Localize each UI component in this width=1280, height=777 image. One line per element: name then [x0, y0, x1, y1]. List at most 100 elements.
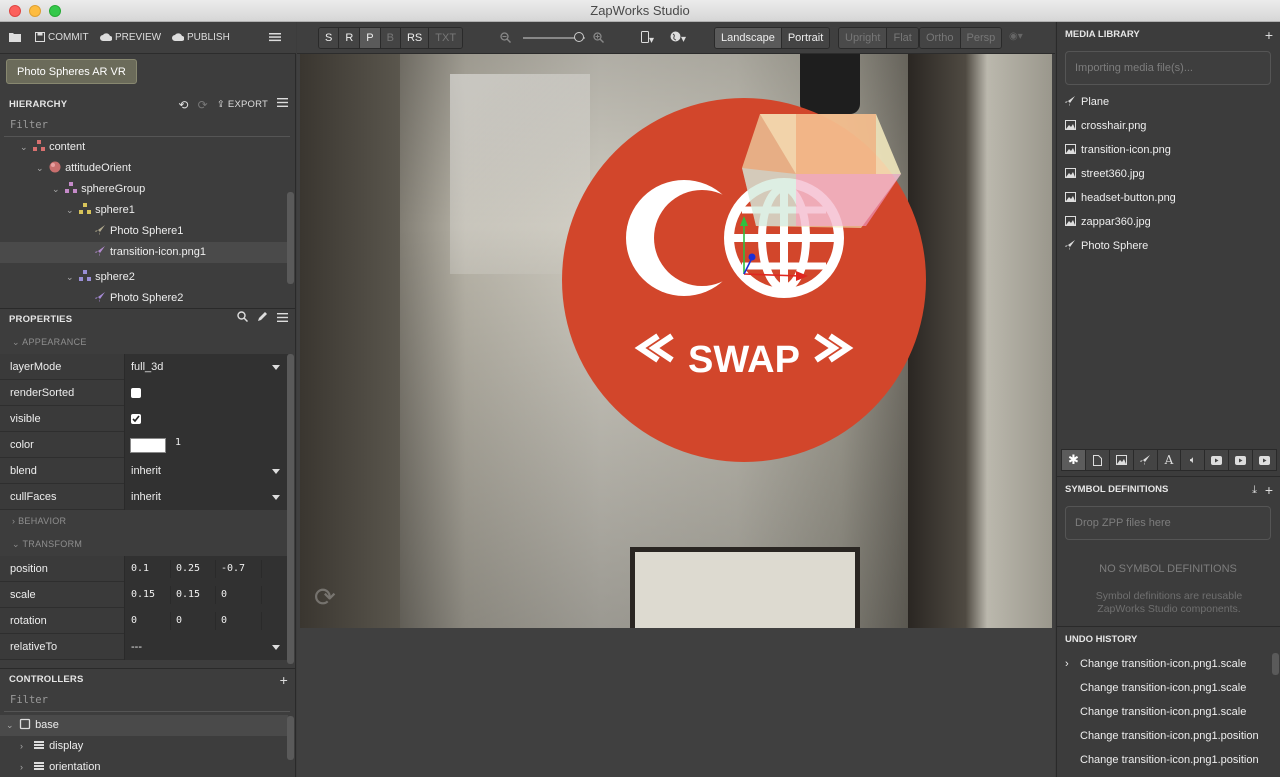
device-select[interactable]: ▾ — [641, 31, 654, 46]
scene-viewport[interactable]: SWAP ⟳ — [300, 54, 1052, 628]
hierarchy-scrollbar[interactable] — [287, 192, 294, 284]
controllers-filter-input[interactable]: Filter — [10, 694, 48, 706]
video-icon[interactable] — [1229, 450, 1254, 470]
commit-button[interactable]: COMMIT — [35, 22, 89, 54]
minimize-window-button[interactable] — [29, 5, 41, 17]
export-button[interactable]: ⇪ EXPORT — [217, 94, 268, 116]
transform-section-toggle[interactable]: ⌄ TRANSFORM — [0, 533, 288, 555]
pencil-icon[interactable] — [257, 309, 268, 331]
zoom-slider-thumb[interactable] — [573, 32, 584, 42]
zpp-drop-zone[interactable]: Drop ZPP files here — [1065, 506, 1271, 540]
add-icon[interactable]: + — [280, 669, 288, 691]
color-swatch[interactable] — [130, 438, 166, 453]
tree-item-attitude-orient[interactable]: ⌄ attitudeOrient — [0, 158, 288, 179]
video-icon[interactable] — [1253, 450, 1277, 470]
rocket-icon[interactable] — [1133, 450, 1158, 470]
ortho-button[interactable]: Ortho — [920, 28, 961, 48]
camera-select[interactable]: ◉▾ — [1009, 31, 1023, 42]
add-icon[interactable]: + — [1265, 25, 1273, 45]
chevron-down-icon[interactable]: ⌄ — [6, 715, 16, 736]
environment-select[interactable]: ▾ — [670, 31, 686, 45]
appearance-section-toggle[interactable]: ⌄ APPEARANCE — [0, 331, 288, 353]
media-item-plane[interactable]: Plane — [1065, 90, 1275, 114]
zoom-in-icon[interactable] — [593, 32, 604, 46]
portrait-button[interactable]: Portrait — [781, 28, 830, 48]
font-icon[interactable]: A — [1157, 450, 1182, 470]
menu-icon[interactable] — [277, 309, 288, 331]
transform-gizmo[interactable] — [730, 214, 820, 294]
undo-icon[interactable]: ⟲ — [178, 94, 188, 116]
chevron-down-icon[interactable]: ⌄ — [20, 137, 30, 158]
image-icon[interactable] — [1109, 450, 1134, 470]
download-icon[interactable]: ⤓ — [1252, 480, 1257, 500]
tree-item-photo-sphere2[interactable]: Photo Sphere2 — [0, 288, 288, 306]
media-item-zappar360[interactable]: zappar360.jpg — [1065, 210, 1275, 234]
zoom-out-icon[interactable] — [500, 32, 511, 46]
position-x-input[interactable]: 0.1 — [131, 556, 149, 582]
mode-r-button[interactable]: R — [339, 28, 361, 48]
chevron-right-icon[interactable]: › — [20, 757, 30, 777]
undo-history-scrollbar[interactable] — [1272, 653, 1279, 675]
project-name-button[interactable]: Photo Spheres AR VR — [6, 59, 137, 84]
scale-x-input[interactable]: 0.15 — [131, 582, 155, 608]
video-icon[interactable] — [1205, 450, 1230, 470]
visible-checkbox[interactable] — [131, 414, 141, 424]
file-icon[interactable] — [1085, 450, 1110, 470]
media-item-crosshair[interactable]: crosshair.png — [1065, 114, 1275, 138]
undo-history-item[interactable]: › Change transition-icon.png1.scale — [1065, 652, 1271, 676]
zoom-window-button[interactable] — [49, 5, 61, 17]
preview-button[interactable]: PREVIEW — [100, 22, 161, 54]
flat-button[interactable]: Flat — [887, 28, 918, 48]
media-item-transition-icon[interactable]: transition-icon.png — [1065, 138, 1275, 162]
tree-item-sphere2[interactable]: ⌄ sphere2 — [0, 267, 288, 288]
scale-z-input[interactable]: 0 — [221, 582, 227, 608]
color-alpha-input[interactable]: 1 — [175, 432, 181, 454]
close-window-button[interactable] — [9, 5, 21, 17]
landscape-button[interactable]: Landscape — [715, 28, 782, 48]
behavior-section-toggle[interactable]: › BEHAVIOR — [0, 510, 288, 532]
controller-item-display[interactable]: › display — [0, 736, 288, 757]
rotation-y-input[interactable]: 0 — [176, 608, 182, 634]
mode-rs-button[interactable]: RS — [400, 28, 430, 48]
tree-item-content[interactable]: ⌄ content — [0, 137, 288, 158]
mode-s-button[interactable]: S — [319, 28, 340, 48]
undo-history-item[interactable]: Change transition-icon.png1.scale — [1065, 676, 1271, 700]
tree-item-sphere-group[interactable]: ⌄ sphereGroup — [0, 179, 288, 200]
render-sorted-checkbox[interactable] — [131, 388, 141, 398]
chevron-down-icon[interactable]: ⌄ — [66, 200, 76, 221]
hierarchy-filter-input[interactable]: Filter — [10, 119, 48, 131]
menu-icon[interactable] — [277, 94, 288, 116]
controller-item-base[interactable]: ⌄ base — [0, 715, 288, 736]
controller-item-orientation[interactable]: › orientation — [0, 757, 288, 777]
cull-faces-select[interactable]: inherit — [124, 484, 288, 510]
persp-button[interactable]: Persp — [960, 28, 1002, 48]
mode-b-button[interactable]: B — [380, 28, 401, 48]
search-icon[interactable] — [237, 309, 249, 331]
scale-y-input[interactable]: 0.15 — [176, 582, 200, 608]
rotation-z-input[interactable]: 0 — [221, 608, 227, 634]
zoom-slider[interactable] — [523, 32, 585, 42]
audio-icon[interactable]: 🔈︎ — [1181, 450, 1206, 470]
layer-mode-select[interactable]: full_3d — [124, 354, 288, 380]
asterisk-icon[interactable]: ✱ — [1062, 450, 1086, 470]
add-icon[interactable]: + — [1265, 480, 1273, 500]
publish-button[interactable]: PUBLISH — [172, 22, 230, 54]
chevron-down-icon[interactable]: ⌄ — [36, 158, 46, 179]
chevron-down-icon[interactable]: ⌄ — [66, 267, 76, 288]
media-item-headset-button[interactable]: headset-button.png — [1065, 186, 1275, 210]
media-item-photo-sphere[interactable]: Photo Sphere — [1065, 234, 1275, 258]
media-import-input[interactable]: Importing media file(s)... — [1065, 51, 1271, 85]
undo-history-item[interactable]: Change transition-icon.png1.position — [1065, 724, 1271, 748]
refresh-icon[interactable]: ⟳ — [314, 582, 336, 613]
position-z-input[interactable]: -0.7 — [221, 556, 245, 582]
tree-item-sphere1[interactable]: ⌄ sphere1 — [0, 200, 288, 221]
position-y-input[interactable]: 0.25 — [176, 556, 200, 582]
upright-button[interactable]: Upright — [839, 28, 888, 48]
undo-history-item[interactable]: Change transition-icon.png1.position — [1065, 748, 1271, 772]
mode-p-button[interactable]: P — [360, 28, 381, 48]
undo-history-item[interactable]: Change transition-icon.png1.scale — [1065, 700, 1271, 724]
menu-icon[interactable] — [269, 22, 284, 54]
rotation-x-input[interactable]: 0 — [131, 608, 137, 634]
properties-scrollbar[interactable] — [287, 354, 294, 664]
redo-icon[interactable]: ⟳ — [198, 94, 208, 116]
